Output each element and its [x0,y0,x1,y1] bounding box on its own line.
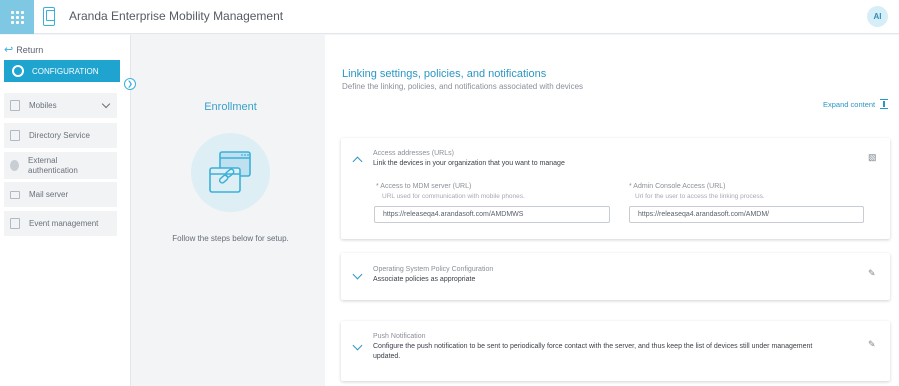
page-subtitle: Define the linking, policies, and notifi… [342,82,584,91]
expand-content-label: Expand content [823,99,876,109]
card-title: Push Notification [373,333,426,340]
card-title: Operating System Policy Configuration [373,266,494,273]
apps-menu-button[interactable] [0,0,34,34]
sidebar-item-label: External authentication [28,155,78,175]
fingerprint-icon [10,160,19,171]
top-bar: Aranda Enterprise Mobility Management AI [0,0,899,34]
save-icon[interactable]: ▧ [868,152,877,163]
return-arrow-icon: ↩ [4,44,14,56]
chevron-down-icon [101,99,111,109]
app-title: Aranda Enterprise Mobility Management [69,9,284,23]
mdm-server-help: URL used for communication with mobile p… [382,193,525,200]
sidebar-item-directory-service[interactable]: Directory Service [4,123,117,148]
admin-console-input[interactable]: https://releaseqa4.arandasoft.com/AMDM/ [629,206,864,223]
card-description: Associate policies as appropriate [373,276,476,283]
sidebar-item-mail-server[interactable]: Mail server [4,182,117,207]
sidebar-item-label: Event management [29,219,99,228]
linked-windows-icon [209,151,251,193]
chevron-down-icon[interactable] [352,269,363,280]
sidebar-item-configuration[interactable]: CONFIGURATION [4,60,120,82]
sidebar: ↩ Return ❯ CONFIGURATION Mobiles Directo… [0,35,136,386]
edit-pencil-icon[interactable]: ✎ [868,268,876,279]
mobile-grid-icon [10,100,20,111]
card-description: Link the devices in your organization th… [373,160,565,167]
main-content: Linking settings, policies, and notifica… [325,35,899,386]
sidebar-item-external-authentication[interactable]: External authentication [4,152,117,179]
mobile-device-icon [43,7,55,26]
sidebar-item-event-management[interactable]: Event management [4,211,117,236]
access-addresses-card: Access addresses (URLs) Link the devices… [341,138,890,239]
enrollment-caption: Follow the steps below for setup. [172,234,289,243]
user-avatar[interactable]: AI [867,6,888,27]
calendar-icon [10,218,20,229]
sidebar-item-label: Mobiles [29,101,57,110]
sidebar-item-label: Directory Service [29,131,90,140]
enrollment-title: Enrollment [204,101,257,113]
collapse-sidebar-button[interactable]: ❯ [124,78,136,90]
sidebar-item-label: CONFIGURATION [32,66,99,76]
card-title: Access addresses (URLs) [373,150,454,157]
push-notification-card: Push Notification Configure the push not… [341,321,890,381]
admin-console-help: Url for the user to access the linking p… [635,193,765,200]
mdm-server-label: * Access to MDM server (URL) [376,183,472,190]
directory-icon [10,130,20,141]
apps-grid-icon [10,10,24,24]
chevron-up-icon[interactable] [352,156,363,167]
enrollment-illustration [191,133,270,212]
sidebar-item-label: Mail server [29,190,69,199]
enrollment-panel: Enrollment Follow the steps below for se… [137,35,324,386]
os-policy-card: Operating System Policy Configuration As… [341,253,890,300]
edit-pencil-icon[interactable]: ✎ [868,339,876,350]
page-title: Linking settings, policies, and notifica… [342,68,547,80]
card-description: Configure the push notification to be se… [373,343,813,360]
sidebar-item-mobiles[interactable]: Mobiles [4,93,117,118]
return-label: Return [16,44,44,55]
expand-icon [880,99,889,109]
mail-icon [10,190,20,199]
expand-content-button[interactable]: Expand content [823,99,889,109]
gear-icon [12,65,24,77]
chevron-down-icon[interactable] [352,340,363,351]
mdm-server-input[interactable]: https://releaseqa4.arandasoft.com/AMDMWS [374,206,610,223]
admin-console-label: * Admin Console Access (URL) [629,183,726,190]
return-link[interactable]: ↩ Return [4,43,43,56]
